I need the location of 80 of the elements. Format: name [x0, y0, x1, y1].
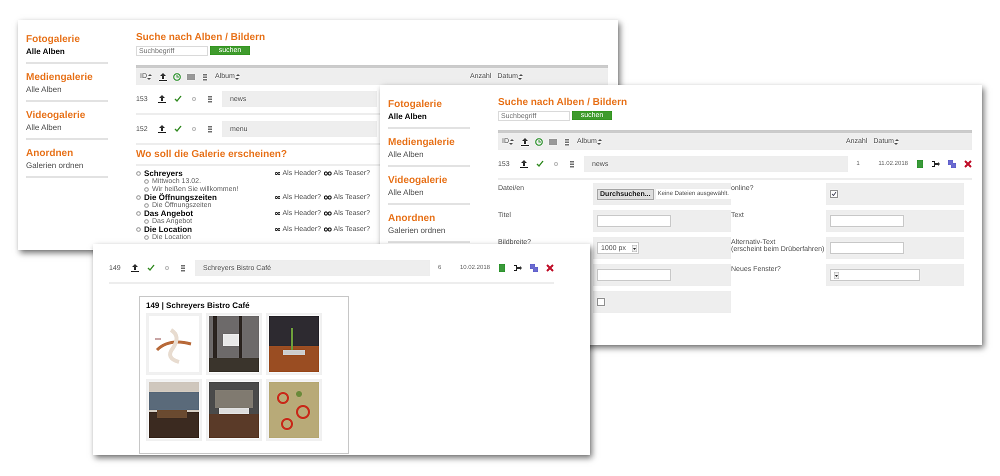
- branch-icon[interactable]: [514, 264, 522, 272]
- sidebar-link[interactable]: Alle Alben: [388, 188, 424, 197]
- page-label: Die Location: [144, 224, 194, 234]
- bullet-icon: [136, 170, 141, 176]
- link-icon[interactable]: [275, 170, 280, 176]
- page-label: Die Öffnungszeiten: [144, 192, 218, 202]
- upload-icon[interactable]: [131, 264, 139, 272]
- link-icon[interactable]: [324, 226, 332, 232]
- check-icon[interactable]: [174, 125, 182, 133]
- sort-icon[interactable]: [894, 138, 900, 144]
- list-icon[interactable]: [179, 264, 187, 272]
- sort-icon[interactable]: [234, 74, 241, 80]
- section-title: Videogalerie: [26, 110, 86, 121]
- caret-icon[interactable]: [632, 244, 637, 252]
- copy-icon[interactable]: [530, 264, 538, 272]
- check-icon[interactable]: [536, 160, 544, 168]
- bullet-icon: [136, 210, 141, 216]
- sort-icon[interactable]: [596, 138, 603, 144]
- placement-title: Wo soll die Galerie erscheinen?: [136, 149, 287, 160]
- section-title: Anordnen: [26, 148, 74, 159]
- text-field[interactable]: [597, 215, 671, 227]
- section-title: Mediengalerie: [26, 72, 94, 83]
- check-icon[interactable]: [174, 95, 182, 103]
- list-icon[interactable]: [568, 160, 576, 168]
- section-title: Videogalerie: [388, 175, 448, 186]
- branch-icon[interactable]: [932, 160, 940, 168]
- bullet-icon: [144, 202, 149, 208]
- upload-icon[interactable]: [158, 125, 166, 133]
- section-title: Fotogalerie: [388, 99, 443, 110]
- upload-icon[interactable]: [158, 95, 166, 103]
- bullet-icon: [144, 186, 149, 192]
- sidebar-link[interactable]: Galerien ordnen: [388, 226, 446, 235]
- clock-icon[interactable]: [535, 138, 543, 146]
- sort-icon[interactable]: [518, 74, 524, 80]
- section-title: Mediengalerie: [388, 137, 456, 148]
- delete-icon[interactable]: [546, 264, 554, 272]
- gallery-title: 149 | Schreyers Bistro Café: [146, 301, 251, 310]
- upload-icon[interactable]: [520, 160, 528, 168]
- sidebar-link[interactable]: Galerien ordnen: [26, 161, 84, 170]
- checkbox[interactable]: [597, 298, 605, 306]
- clock-icon[interactable]: [173, 72, 181, 80]
- link-icon[interactable]: [324, 210, 332, 216]
- text-field[interactable]: [830, 242, 904, 254]
- delete-icon[interactable]: [964, 160, 972, 168]
- sidebar-link[interactable]: Alle Alben: [26, 123, 62, 132]
- upload-icon[interactable]: [521, 138, 529, 146]
- page-label: Schreyers: [144, 168, 184, 178]
- upload-icon[interactable]: [159, 72, 167, 80]
- copy-icon[interactable]: [948, 160, 956, 168]
- sort-icon[interactable]: [509, 138, 515, 144]
- sidebar-link[interactable]: Alle Alben: [388, 112, 427, 121]
- sidebar-link[interactable]: Alle Alben: [388, 150, 424, 159]
- section-title: Anordnen: [388, 213, 436, 224]
- check-icon[interactable]: [147, 264, 155, 272]
- select-field[interactable]: [830, 269, 920, 281]
- text-field[interactable]: [830, 215, 904, 227]
- bullet-icon: [136, 194, 141, 200]
- section-title: Fotogalerie: [26, 34, 81, 45]
- list-icon[interactable]: [206, 125, 214, 133]
- link-icon[interactable]: [275, 194, 280, 200]
- sidebar-link[interactable]: Alle Alben: [26, 85, 62, 94]
- link-icon[interactable]: [275, 226, 280, 232]
- search-title: Suche nach Alben / Bildern: [136, 32, 266, 43]
- link-icon[interactable]: [324, 170, 332, 176]
- text-field[interactable]: [597, 269, 671, 281]
- bullet-icon: [144, 178, 149, 184]
- sort-icon[interactable]: [147, 74, 153, 80]
- bullet-icon: [144, 218, 149, 224]
- checkbox[interactable]: [830, 190, 838, 198]
- list-icon[interactable]: [563, 138, 571, 146]
- page-label: Das Angebot: [144, 208, 194, 218]
- link-icon[interactable]: [324, 194, 332, 200]
- list-icon[interactable]: [201, 72, 209, 80]
- sidebar-link[interactable]: Alle Alben: [26, 47, 65, 56]
- bullet-icon: [144, 234, 149, 240]
- link-icon[interactable]: [275, 210, 280, 216]
- bullet-icon: [136, 226, 141, 232]
- list-icon[interactable]: [206, 95, 214, 103]
- caret-icon[interactable]: [834, 272, 839, 278]
- search-title: Suche nach Alben / Bildern: [498, 97, 628, 108]
